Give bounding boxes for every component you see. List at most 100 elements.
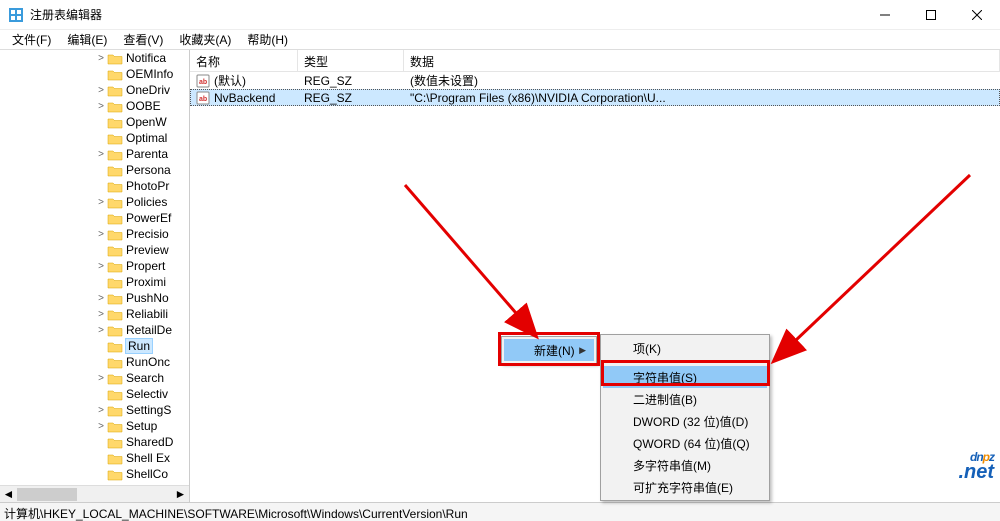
- tree-item[interactable]: > Precisio: [0, 226, 189, 242]
- menu-help[interactable]: 帮助(H): [239, 29, 296, 50]
- tree-item[interactable]: Optimal: [0, 130, 189, 146]
- tree-item[interactable]: PhotoPr: [0, 178, 189, 194]
- menu-edit[interactable]: 编辑(E): [59, 29, 115, 50]
- folder-icon: [107, 324, 123, 337]
- tree-item[interactable]: Shell Ex: [0, 450, 189, 466]
- tree-item[interactable]: > Setup: [0, 418, 189, 434]
- tree-expand-icon[interactable]: >: [95, 53, 107, 64]
- tree-expand-icon[interactable]: >: [95, 309, 107, 320]
- submenu-binary[interactable]: 二进制值(B): [603, 388, 767, 410]
- context-new[interactable]: 新建(N) ▶: [504, 339, 594, 361]
- folder-icon: [107, 84, 123, 97]
- submenu-key[interactable]: 项(K): [603, 337, 767, 359]
- submenu-arrow-icon: ▶: [579, 345, 586, 356]
- tree-item[interactable]: OEMInfo: [0, 66, 189, 82]
- submenu-string[interactable]: 字符串值(S): [603, 366, 767, 388]
- tree-expand-icon[interactable]: >: [95, 229, 107, 240]
- tree-item-label: SharedD: [126, 435, 173, 449]
- tree-item[interactable]: >OOBE: [0, 98, 189, 114]
- folder-icon: [107, 132, 123, 145]
- tree-item[interactable]: >Reliabili: [0, 306, 189, 322]
- folder-icon: [107, 308, 123, 321]
- list-row[interactable]: (默认)REG_SZ(数值未设置): [190, 72, 1000, 89]
- folder-icon: [107, 228, 123, 241]
- value-type: REG_SZ: [298, 74, 404, 88]
- tree-item[interactable]: >Search: [0, 370, 189, 386]
- tree-expand-icon[interactable]: >: [95, 405, 107, 416]
- scroll-right-button[interactable]: ►: [172, 486, 189, 503]
- tree-item[interactable]: Preview: [0, 242, 189, 258]
- submenu-expand[interactable]: 可扩充字符串值(E): [603, 476, 767, 498]
- tree-item[interactable]: >SettingS: [0, 402, 189, 418]
- context-menu[interactable]: 新建(N) ▶: [501, 336, 597, 364]
- tree-hscrollbar[interactable]: ◄ ►: [0, 485, 189, 502]
- value-name: (默认): [214, 72, 246, 89]
- tree-item[interactable]: SharedD: [0, 434, 189, 450]
- context-submenu[interactable]: 项(K) 字符串值(S) 二进制值(B) DWORD (32 位)值(D) QW…: [600, 334, 770, 501]
- tree-expand-icon[interactable]: >: [95, 85, 107, 96]
- menu-file[interactable]: 文件(F): [4, 29, 59, 50]
- submenu-qword[interactable]: QWORD (64 位)值(Q): [603, 432, 767, 454]
- tree-item-label: OpenW: [126, 115, 167, 129]
- tree-expand-icon[interactable]: >: [95, 421, 107, 432]
- tree-expand-icon[interactable]: >: [95, 101, 107, 112]
- scroll-track[interactable]: [17, 486, 172, 503]
- tree-item[interactable]: Selectiv: [0, 386, 189, 402]
- tree-item[interactable]: OpenW: [0, 114, 189, 130]
- list-row[interactable]: NvBackendREG_SZ"C:\Program Files (x86)\N…: [190, 89, 1000, 106]
- tree-item[interactable]: >Notifica: [0, 50, 189, 66]
- menu-view[interactable]: 查看(V): [115, 29, 171, 50]
- values-pane: 名称 类型 数据 (默认)REG_SZ(数值未设置)NvBackendREG_S…: [190, 50, 1000, 502]
- maximize-button[interactable]: [908, 0, 954, 30]
- status-path: 计算机\HKEY_LOCAL_MACHINE\SOFTWARE\Microsof…: [4, 507, 468, 521]
- folder-icon: [107, 212, 123, 225]
- folder-icon: [107, 260, 123, 273]
- folder-icon: [107, 468, 123, 481]
- tree-item[interactable]: >Parenta: [0, 146, 189, 162]
- minimize-button[interactable]: [862, 0, 908, 30]
- folder-icon: [107, 52, 123, 65]
- submenu-multi[interactable]: 多字符串值(M): [603, 454, 767, 476]
- folder-icon: [107, 388, 123, 401]
- tree-item[interactable]: PowerEf: [0, 210, 189, 226]
- list-body[interactable]: (默认)REG_SZ(数值未设置)NvBackendREG_SZ"C:\Prog…: [190, 72, 1000, 502]
- tree-item-label: Run: [126, 339, 152, 353]
- value-data: "C:\Program Files (x86)\NVIDIA Corporati…: [404, 91, 1000, 105]
- app-icon: [8, 7, 24, 23]
- tree-item[interactable]: RunOnc: [0, 354, 189, 370]
- tree-expand-icon[interactable]: >: [95, 261, 107, 272]
- tree-expand-icon[interactable]: >: [95, 293, 107, 304]
- tree-item[interactable]: >OneDriv: [0, 82, 189, 98]
- tree-expand-icon[interactable]: >: [95, 149, 107, 160]
- submenu-dword[interactable]: DWORD (32 位)值(D): [603, 410, 767, 432]
- tree-item[interactable]: Persona: [0, 162, 189, 178]
- tree-view[interactable]: >NotificaOEMInfo>OneDriv>OOBEOpenW Optima…: [0, 50, 189, 485]
- tree-expand-icon[interactable]: >: [95, 325, 107, 336]
- tree-item-label: Precisio: [126, 227, 169, 241]
- tree-item[interactable]: >PushNo: [0, 290, 189, 306]
- tree-item-label: Setup: [126, 419, 157, 433]
- tree-item[interactable]: ShellCo: [0, 466, 189, 482]
- tree-item[interactable]: >Propert: [0, 258, 189, 274]
- tree-expand-icon[interactable]: >: [95, 197, 107, 208]
- tree-item[interactable]: >RetailDe: [0, 322, 189, 338]
- status-bar: 计算机\HKEY_LOCAL_MACHINE\SOFTWARE\Microsof…: [0, 502, 1000, 521]
- tree-item[interactable]: Run: [0, 338, 189, 354]
- tree-item-label: Shell Ex: [126, 451, 170, 465]
- col-header-name[interactable]: 名称: [190, 50, 298, 71]
- tree-item-label: Selectiv: [126, 387, 168, 401]
- value-name: NvBackend: [214, 91, 275, 105]
- tree-item-label: Optimal: [126, 131, 167, 145]
- menu-favorites[interactable]: 收藏夹(A): [171, 29, 239, 50]
- tree-item[interactable]: Proximi: [0, 274, 189, 290]
- tree-expand-icon[interactable]: >: [95, 373, 107, 384]
- scroll-left-button[interactable]: ◄: [0, 486, 17, 503]
- close-button[interactable]: [954, 0, 1000, 30]
- scroll-thumb[interactable]: [17, 488, 77, 501]
- col-header-type[interactable]: 类型: [298, 50, 404, 71]
- col-header-data[interactable]: 数据: [404, 50, 1000, 71]
- title-bar: 注册表编辑器: [0, 0, 1000, 30]
- tree-item-label: Preview: [126, 243, 169, 257]
- tree-item[interactable]: >Policies: [0, 194, 189, 210]
- string-value-icon: [196, 74, 210, 88]
